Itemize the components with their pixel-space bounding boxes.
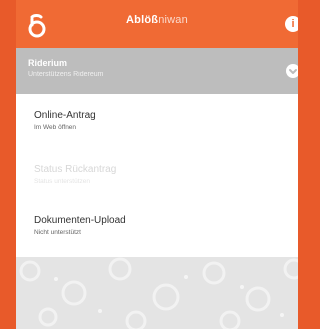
list-item-subtitle: Im Web öffnen: [34, 124, 77, 131]
context-bar: Riderium Unterstützens Ridereum: [16, 48, 298, 94]
background-pattern: [16, 257, 298, 329]
list-item-status-rueckantrag: Status Rückantrag Status unterstützen: [34, 164, 288, 185]
context-subtitle: Unterstützens Ridereum: [28, 71, 104, 78]
app-title-rest: niwan: [158, 14, 188, 26]
app-title-main: Ablöß: [126, 14, 159, 26]
list-item-dokumenten-upload[interactable]: Dokumenten-Upload Nicht unterstützt: [34, 215, 288, 236]
info-button[interactable]: i: [285, 16, 298, 32]
chevron-down-icon: [289, 69, 297, 74]
list-item-subtitle: Nicht unterstützt: [34, 229, 81, 236]
expand-toggle-icon[interactable]: [286, 64, 298, 78]
app-bar: Ablößniwan i: [16, 0, 298, 48]
decorative-pattern: [19, 257, 298, 329]
list-item-online-antrag[interactable]: Online-Antrag Im Web öffnen: [34, 110, 288, 131]
app-title: Ablößniwan: [16, 14, 298, 26]
info-icon: i: [291, 18, 295, 30]
list-item-title: Online-Antrag: [34, 110, 96, 121]
phone-screen: Ablößniwan i Riderium Unterstützens Ride…: [16, 0, 298, 329]
action-list: Online-Antrag Im Web öffnen Status Rücka…: [16, 94, 298, 257]
context-title: Riderium: [28, 58, 68, 68]
list-item-subtitle: Status unterstützen: [34, 178, 91, 185]
list-item-title: Status Rückantrag: [34, 164, 117, 175]
list-item-title: Dokumenten-Upload: [34, 215, 126, 226]
